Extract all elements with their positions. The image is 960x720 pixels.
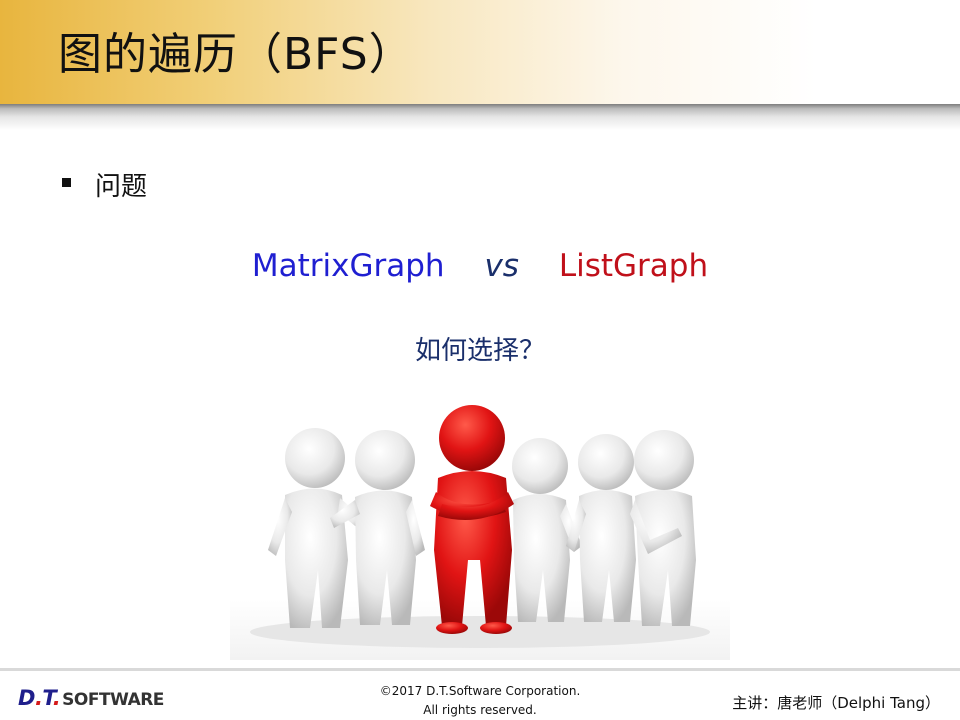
bullet-text: 问题 xyxy=(95,172,148,202)
matrix-graph-label: MatrixGraph xyxy=(251,248,445,284)
group-of-figures-with-red-leader-icon xyxy=(230,405,730,660)
comparison-line: MatrixGraph vs ListGraph xyxy=(0,248,960,284)
white-figure-4 xyxy=(566,434,636,622)
footer-divider xyxy=(0,668,960,671)
question-text: 如何选择？ xyxy=(414,336,545,366)
page-title: 图的遍历（BFS） xyxy=(58,29,414,80)
white-figure-5 xyxy=(630,430,696,626)
red-leader-figure xyxy=(430,405,514,634)
vs-label: vs xyxy=(484,248,519,284)
list-graph-label: ListGraph xyxy=(558,248,709,284)
lecturer-credit: 主讲：唐老师（Delphi Tang） xyxy=(732,694,940,712)
title-shadow xyxy=(0,104,960,130)
white-figure-1 xyxy=(268,428,365,628)
bullet-square-icon xyxy=(62,178,71,187)
